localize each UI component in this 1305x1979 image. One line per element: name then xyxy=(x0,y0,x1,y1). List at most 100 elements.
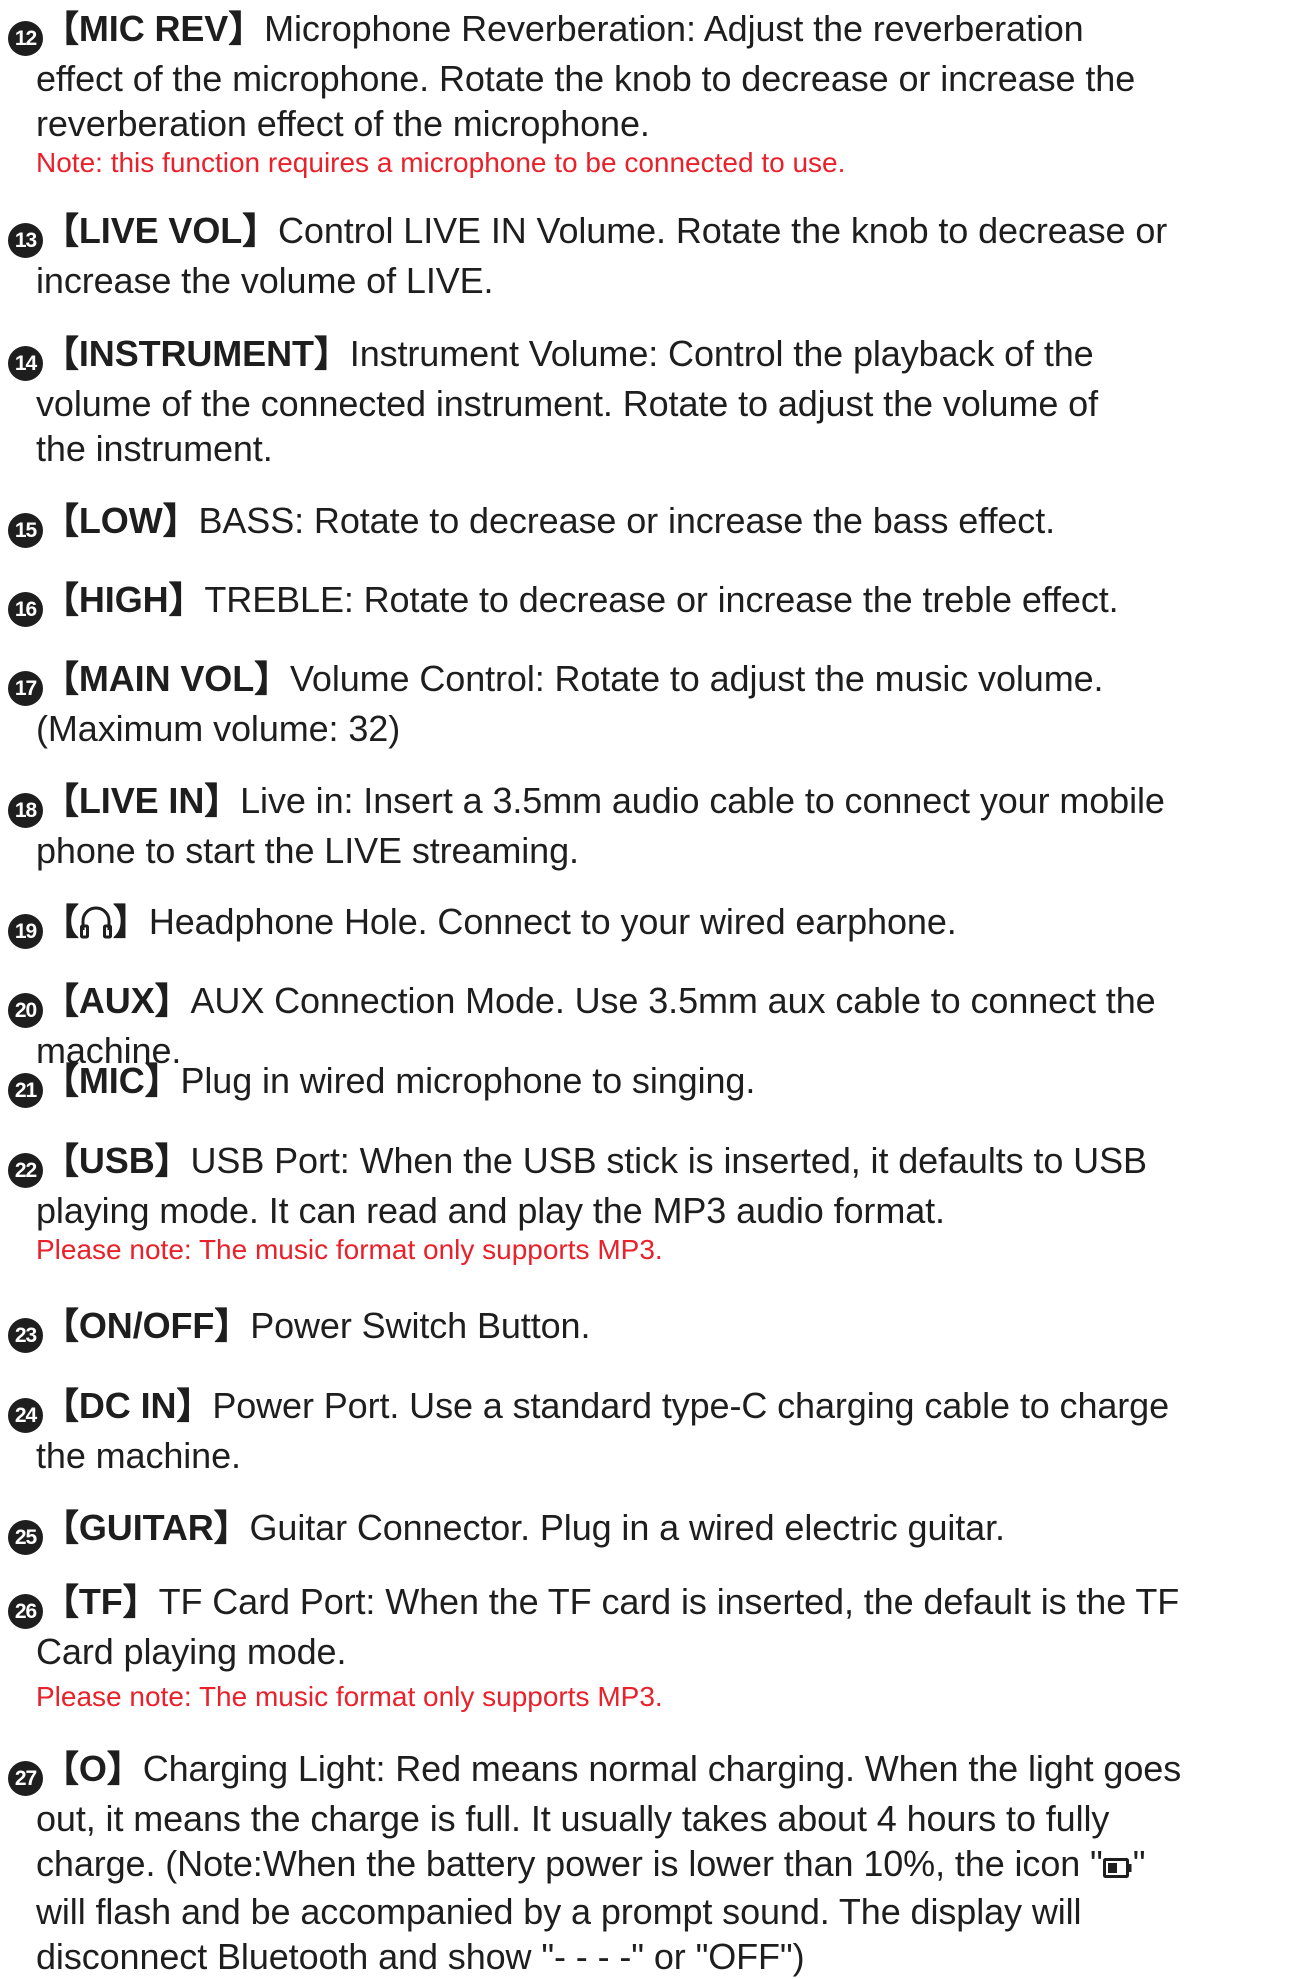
item-first-line: 24 【DC IN】Power Port. Use a standard type… xyxy=(8,1383,1298,1433)
item-text-line: volume of the connected instrument. Rota… xyxy=(36,383,1099,424)
item-first-line: 23 【ON/OFF】Power Switch Button. xyxy=(8,1303,1298,1353)
item-number-badge: 15 xyxy=(8,513,43,548)
item-tag: 【TF】 xyxy=(43,1581,159,1622)
item-text-line: disconnect Bluetooth and show "- - - -" … xyxy=(36,1936,805,1977)
item-tag: 【DC IN】 xyxy=(43,1385,213,1426)
item-text: Power Port. Use a standard type-C chargi… xyxy=(212,1385,1170,1426)
item-text-line: playing mode. It can read and play the M… xyxy=(36,1190,945,1231)
item-text: Control LIVE IN Volume. Rotate the knob … xyxy=(278,210,1168,251)
item-text: charge. (Note:When the battery power is … xyxy=(36,1843,1103,1884)
item-on-off: 23 【ON/OFF】Power Switch Button. xyxy=(8,1303,1298,1353)
item-first-line: 12 【MIC REV】Microphone Reverberation: Adj… xyxy=(8,6,1298,56)
item-tf: 26 【TF】TF Card Port: When the TF card is … xyxy=(8,1579,1298,1714)
item-guitar: 25 【GUITAR】Guitar Connector. Plug in a wi… xyxy=(8,1505,1298,1555)
item-first-line: 20 【AUX】AUX Connection Mode. Use 3.5mm au… xyxy=(8,978,1298,1028)
item-usb: 22 【USB】USB Port: When the USB stick is i… xyxy=(8,1138,1298,1267)
headphone-icon xyxy=(79,904,113,950)
item-mic-rev: 12 【MIC REV】Microphone Reverberation: Adj… xyxy=(8,6,1298,180)
item-first-line: 27 【O】Charging Light: Red means normal ch… xyxy=(8,1746,1298,1796)
item-number-badge: 24 xyxy=(8,1398,43,1433)
item-text: Headphone Hole. Connect to your wired ea… xyxy=(148,901,957,942)
item-number-badge: 20 xyxy=(8,993,43,1028)
item-high: 16 【HIGH】TREBLE: Rotate to decrease or in… xyxy=(8,577,1298,627)
item-text-line: effect of the microphone. Rotate the kno… xyxy=(36,58,1136,99)
item-number-badge: 13 xyxy=(8,223,43,258)
item-tag: 【MIC REV】 xyxy=(43,8,265,49)
item-number-badge: 27 xyxy=(8,1761,43,1796)
item-instrument: 14 【INSTRUMENT】Instrument Volume: Control… xyxy=(8,331,1298,471)
item-tag: 【AUX】 xyxy=(43,980,191,1021)
item-text-line: Card playing mode. xyxy=(36,1631,347,1672)
item-charging-light: 27 【O】Charging Light: Red means normal ch… xyxy=(8,1746,1298,1979)
item-number-badge: 14 xyxy=(8,346,43,381)
item-number-badge: 18 xyxy=(8,793,43,828)
item-first-line: 25 【GUITAR】Guitar Connector. Plug in a wi… xyxy=(8,1505,1298,1555)
item-tag: 【LIVE IN】 xyxy=(43,780,241,821)
item-note: Note: this function requires a microphon… xyxy=(36,147,846,178)
item-live-in: 18 【LIVE IN】Live in: Insert a 3.5mm audio… xyxy=(8,778,1298,873)
item-text: Microphone Reverberation: Adjust the rev… xyxy=(264,8,1084,49)
item-mic: 21 【MIC】Plug in wired microphone to singi… xyxy=(8,1058,1298,1108)
item-tag: 【INSTRUMENT】 xyxy=(43,333,350,374)
item-tag-close: 】 xyxy=(112,901,149,942)
item-headphone: 19 【】Headphone Hole. Connect to your wire… xyxy=(8,899,1298,950)
item-text: AUX Connection Mode. Use 3.5mm aux cable… xyxy=(190,980,1156,1021)
item-text-line: reverberation effect of the microphone. xyxy=(36,103,650,144)
item-main-vol: 17 【MAIN VOL】Volume Control: Rotate to ad… xyxy=(8,656,1298,751)
item-text-line-with-icon: charge. (Note:When the battery power is … xyxy=(8,1841,1298,1889)
item-first-line: 26 【TF】TF Card Port: When the TF card is … xyxy=(8,1579,1298,1629)
item-text: TF Card Port: When the TF card is insert… xyxy=(158,1581,1180,1622)
item-text: Live in: Insert a 3.5mm audio cable to c… xyxy=(240,780,1165,821)
item-tag-open: 【 xyxy=(43,901,79,942)
item-text-line: out, it means the charge is full. It usu… xyxy=(36,1798,1110,1839)
item-first-line: 18 【LIVE IN】Live in: Insert a 3.5mm audio… xyxy=(8,778,1298,828)
item-dc-in: 24 【DC IN】Power Port. Use a standard type… xyxy=(8,1383,1298,1478)
item-text: BASS: Rotate to decrease or increase the… xyxy=(198,500,1056,541)
item-number-badge: 17 xyxy=(8,671,43,706)
item-first-line: 16 【HIGH】TREBLE: Rotate to decrease or in… xyxy=(8,577,1298,627)
item-text-line: increase the volume of LIVE. xyxy=(36,260,494,301)
item-tag: 【USB】 xyxy=(43,1140,191,1181)
item-text: Plug in wired microphone to singing. xyxy=(180,1060,756,1101)
item-first-line: 14 【INSTRUMENT】Instrument Volume: Control… xyxy=(8,331,1298,381)
item-text-line: the machine. xyxy=(36,1435,241,1476)
item-text: TREBLE: Rotate to decrease or increase t… xyxy=(204,579,1119,620)
item-tag: 【LIVE VOL】 xyxy=(43,210,279,251)
item-live-vol: 13 【LIVE VOL】Control LIVE IN Volume. Rota… xyxy=(8,208,1298,303)
item-number-badge: 21 xyxy=(8,1073,43,1108)
item-first-line: 22 【USB】USB Port: When the USB stick is i… xyxy=(8,1138,1298,1188)
item-number-badge: 19 xyxy=(8,914,43,949)
item-text: Guitar Connector. Plug in a wired electr… xyxy=(249,1507,1005,1548)
item-first-line: 17 【MAIN VOL】Volume Control: Rotate to ad… xyxy=(8,656,1298,706)
item-text-line: the instrument. xyxy=(36,428,273,469)
item-note: Please note: The music format only suppo… xyxy=(36,1234,663,1265)
item-text: USB Port: When the USB stick is inserted… xyxy=(190,1140,1147,1181)
item-number-badge: 25 xyxy=(8,1520,43,1555)
item-first-line: 13 【LIVE VOL】Control LIVE IN Volume. Rota… xyxy=(8,208,1298,258)
item-tag: 【MAIN VOL】 xyxy=(43,658,290,699)
item-tag: 【LOW】 xyxy=(43,500,199,541)
item-tag: 【ON/OFF】 xyxy=(43,1305,251,1346)
item-note: Please note: The music format only suppo… xyxy=(36,1681,663,1712)
item-tag: 【MIC】 xyxy=(43,1060,181,1101)
low-battery-icon xyxy=(1102,1844,1133,1889)
item-text: " xyxy=(1132,1843,1146,1884)
item-tag: 【HIGH】 xyxy=(43,579,205,620)
item-number-badge: 26 xyxy=(8,1594,43,1629)
item-number-badge: 12 xyxy=(8,21,43,56)
item-text: Volume Control: Rotate to adjust the mus… xyxy=(290,658,1104,699)
item-text: Instrument Volume: Control the playback … xyxy=(349,333,1094,374)
item-text: Power Switch Button. xyxy=(250,1305,591,1346)
item-text: Charging Light: Red means normal chargin… xyxy=(142,1748,1182,1789)
item-first-line: 19 【】Headphone Hole. Connect to your wire… xyxy=(8,899,1298,950)
item-tag: 【GUITAR】 xyxy=(43,1507,250,1548)
item-number-badge: 22 xyxy=(8,1153,43,1188)
item-tag: 【O】 xyxy=(43,1748,143,1789)
item-text-line: (Maximum volume: 32) xyxy=(36,708,401,749)
item-text-line: phone to start the LIVE streaming. xyxy=(36,830,579,871)
item-text-line: will flash and be accompanied by a promp… xyxy=(36,1891,1082,1932)
item-number-badge: 23 xyxy=(8,1318,43,1353)
item-first-line: 15 【LOW】BASS: Rotate to decrease or incre… xyxy=(8,498,1298,548)
item-low: 15 【LOW】BASS: Rotate to decrease or incre… xyxy=(8,498,1298,548)
item-number-badge: 16 xyxy=(8,592,43,627)
